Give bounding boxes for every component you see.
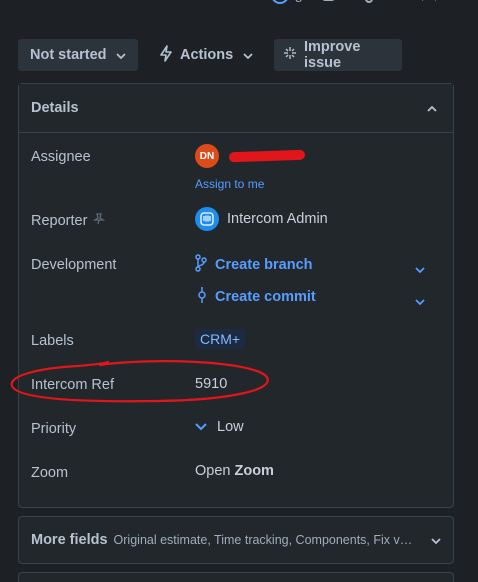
details-panel: Details Assignee DN Assign to me Reporte… xyxy=(18,83,454,508)
label-chip[interactable]: CRM+ xyxy=(195,329,246,349)
chevron-down-icon[interactable] xyxy=(415,260,425,278)
chevron-down-icon[interactable] xyxy=(415,292,425,310)
assignee-label: Assignee xyxy=(31,149,91,165)
zoom-prefix: Open xyxy=(195,463,231,479)
details-header[interactable]: Details xyxy=(19,84,453,133)
intercom-ref-label: Intercom Ref xyxy=(31,377,114,393)
status-dropdown[interactable]: Not started xyxy=(18,39,138,71)
improve-issue-label: Improve issue xyxy=(304,39,361,71)
assign-to-me-link[interactable]: Assign to me xyxy=(195,177,264,191)
chevron-up-icon[interactable] xyxy=(427,100,437,116)
chevron-down-icon xyxy=(116,47,126,63)
more-icon[interactable] xyxy=(388,0,410,8)
more-fields-title: More fields xyxy=(31,532,108,548)
reporter-value[interactable]: Intercom Admin xyxy=(195,207,328,231)
labels-label: Labels xyxy=(31,333,74,349)
share-icon[interactable] xyxy=(354,0,374,8)
development-label: Development xyxy=(31,257,117,273)
create-branch-label: Create branch xyxy=(215,257,313,273)
chevron-down-icon xyxy=(243,47,253,63)
branch-icon xyxy=(195,254,207,276)
avatar: DN xyxy=(195,144,219,168)
priority-label: Priority xyxy=(31,421,77,437)
actions-dropdown[interactable]: Actions xyxy=(148,39,265,71)
assignee-value[interactable]: DN xyxy=(195,144,306,168)
redaction-mark xyxy=(228,149,306,163)
copy-icon[interactable] xyxy=(320,0,338,8)
reporter-label-row: Reporter xyxy=(31,213,106,229)
reporter-label: Reporter xyxy=(31,213,88,229)
sparkle-icon xyxy=(284,47,296,63)
more-fields-subtitle: Original estimate, Time tracking, Compon… xyxy=(113,533,414,547)
create-commit-link[interactable]: Create commit xyxy=(195,286,316,308)
next-panel xyxy=(18,572,454,582)
watch-count: 8 xyxy=(295,0,302,5)
open-zoom-link[interactable]: Open Zoom xyxy=(195,463,274,479)
chevron-down-icon[interactable] xyxy=(431,531,441,549)
improve-issue-button[interactable]: Improve issue xyxy=(274,39,402,71)
intercom-logo-icon xyxy=(195,207,219,231)
create-branch-link[interactable]: Create branch xyxy=(195,254,313,276)
more-fields-panel[interactable]: More fields Original estimate, Time trac… xyxy=(18,516,454,564)
status-label: Not started xyxy=(30,47,107,63)
labels-value[interactable]: CRM+ xyxy=(195,329,246,349)
priority-low-icon xyxy=(195,419,207,435)
actions-label: Actions xyxy=(180,47,234,63)
zoom-label: Zoom xyxy=(31,465,69,481)
priority-value[interactable]: Low xyxy=(195,419,244,435)
intercom-ref-value[interactable]: 5910 xyxy=(195,376,227,392)
zoom-bold: Zoom xyxy=(234,463,274,479)
create-commit-label: Create commit xyxy=(215,289,316,305)
close-icon[interactable] xyxy=(420,0,438,8)
details-title: Details xyxy=(31,100,79,116)
commit-icon xyxy=(197,286,207,308)
priority-text: Low xyxy=(217,419,244,435)
pin-icon[interactable] xyxy=(93,213,106,229)
reporter-name: Intercom Admin xyxy=(227,211,328,227)
lightning-icon xyxy=(160,44,172,66)
eye-icon[interactable] xyxy=(270,0,290,8)
